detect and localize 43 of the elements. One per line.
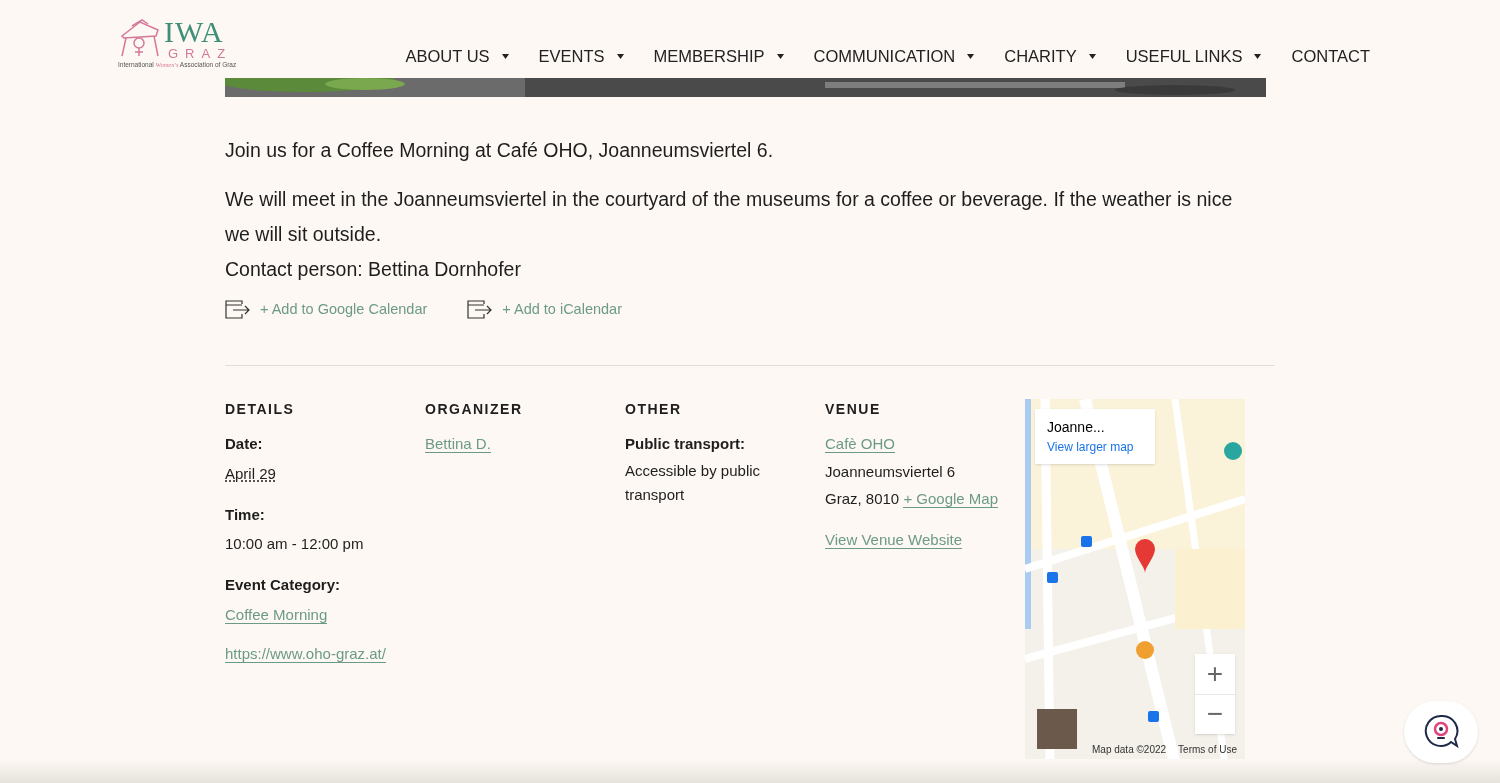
section-heading: DETAILS [225,399,296,419]
address-line: Joanneumsviertel 6 [825,462,957,483]
nav-link[interactable]: COMMUNICATION [813,44,975,69]
nav-link[interactable]: USEFUL LINKS [1125,44,1262,69]
paragraph: We will meet in the Joanneumsviertel in the courtyard of the museums for a coffee or beverage. If the weather is nice we will sit outside. [225,187,1234,247]
map-place-name: Joanne... [1047,417,1106,437]
link[interactable]: Cafè OHO [825,434,896,453]
link[interactable]: https://www.oho-graz.at/ [225,645,386,664]
link[interactable]: Bettina D. [425,434,491,453]
chat-icon [1422,713,1460,751]
google-map-link[interactable]: + Google Map [903,490,999,509]
nav-link[interactable]: CHARITY [1004,44,1096,69]
map-attribution: Map data ©2022 [1092,742,1167,757]
paragraph: Contact person: Bettina Dornhofer [225,257,522,282]
nav-link[interactable]: ABOUT US [405,44,509,69]
address-line: Graz, 8010 [825,490,901,508]
field-label: Event Category: [225,575,342,596]
field-value: Accessible by public transport [625,461,762,506]
logo-subtitle: GRAZ [168,47,233,60]
zoom-out-button[interactable]: − [1195,693,1235,734]
link[interactable]: View Venue Website [825,530,963,549]
link[interactable]: Coffee Morning [225,605,328,624]
calendar-link[interactable]: + Add to iCalendar [467,299,622,321]
field-label: Time: [225,504,266,525]
paragraph: Join us for a Coffee Morning at Café OHO, Joanneumsviertel 6. [225,138,775,163]
zoom-in-button[interactable]: + [1195,653,1235,694]
section-heading: ORGANIZER [425,399,524,419]
field-value: 10:00 am - 12:00 pm [225,534,365,555]
calendar-link[interactable]: + Add to Google Calendar [225,299,428,321]
view-larger-map-link[interactable]: View larger map [1047,437,1143,456]
terms-link[interactable]: Terms of Use [1178,741,1237,757]
logo-title: IWA [164,17,225,47]
date-value: April 29 [225,465,276,483]
nav-link[interactable]: EVENTS [538,44,624,69]
section-heading: VENUE [825,399,882,419]
calendar-export-icon [225,300,250,320]
field-label: Public transport: [625,433,746,454]
field-label: Date: [225,433,264,454]
chat-button[interactable] [1404,701,1478,763]
nav-link[interactable]: CONTACT [1291,44,1370,69]
nav-link[interactable]: MEMBERSHIP [653,44,784,69]
section-heading: OTHER [625,399,683,419]
calendar-export-icon [467,300,493,320]
